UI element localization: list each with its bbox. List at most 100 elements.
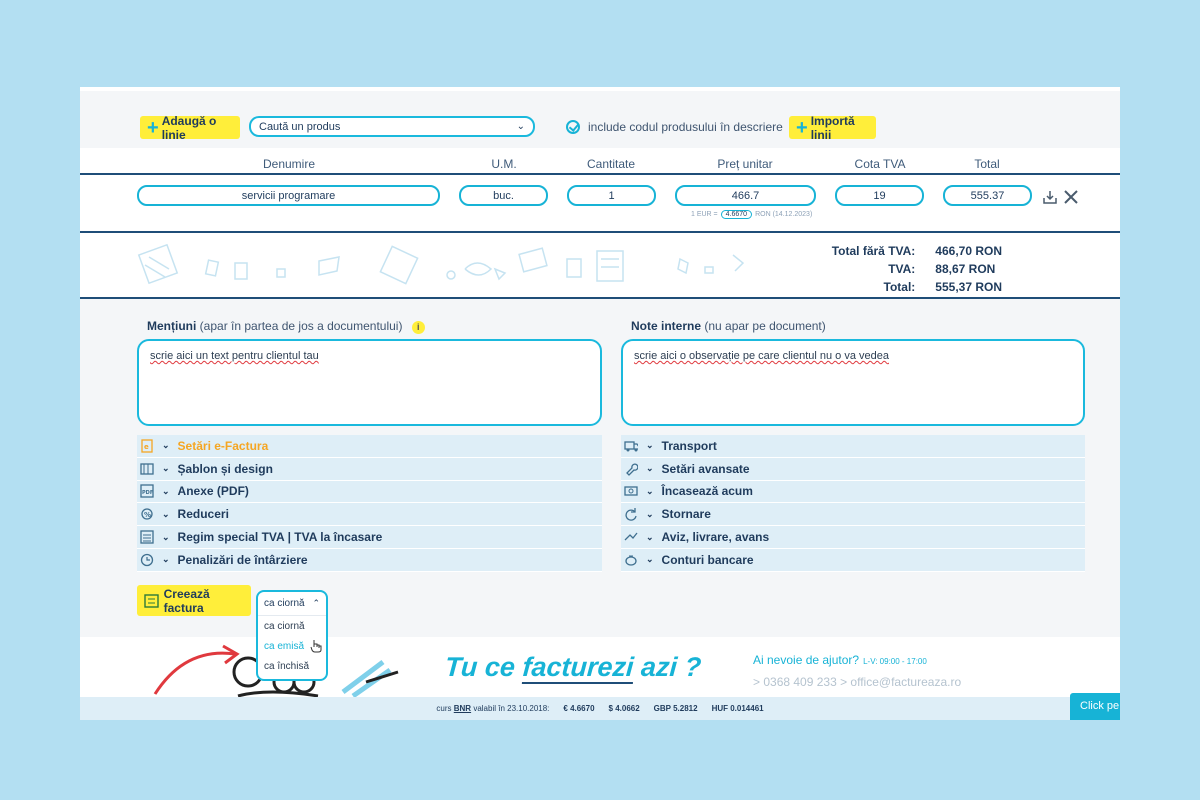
invoice-status-dropdown[interactable]: ca ciornă ⌃ ca ciornă ca emisă ca închis… xyxy=(256,590,328,681)
status-option-closed[interactable]: ca închisă xyxy=(258,656,326,676)
section-label: Setări e-Factura xyxy=(177,438,269,453)
unit-price-input[interactable]: 466.7 xyxy=(675,185,816,206)
mentions-sub: (apar în partea de jos a documentului) xyxy=(199,319,403,333)
total-input[interactable]: 555.37 xyxy=(943,185,1032,206)
section-efactura[interactable]: e ⌄ Setări e-Factura xyxy=(137,435,602,458)
section-late-penalties[interactable]: ⌄ Penalizări de întârziere xyxy=(137,548,602,572)
chevron-down-icon: ⌄ xyxy=(646,463,654,474)
rate-value-input[interactable]: 4.6670 xyxy=(720,210,753,219)
footer-banner: Tu ce facturezi azi ? Ai nevoie de ajuto… xyxy=(80,637,1120,697)
product-search-select[interactable]: Caută un produs ⌄ xyxy=(249,116,535,137)
chevron-down-icon: ⌄ xyxy=(162,463,170,474)
svg-text:%: % xyxy=(144,511,151,519)
header-unit: U.M. xyxy=(491,157,517,171)
invoice-editor: + Adaugă o linie Caută un produs ⌄ inclu… xyxy=(80,87,1120,720)
section-label: Setări avansate xyxy=(661,461,750,476)
mentions-text: scrie aici un text pentru clientul tau xyxy=(150,350,319,362)
section-attachments[interactable]: PDF ⌄ Anexe (PDF) xyxy=(137,480,602,504)
vat-value: 88,67 RON xyxy=(935,262,996,276)
section-label: Aviz, livrare, avans xyxy=(661,530,770,545)
section-collect-now[interactable]: ⌄ Încasează acum xyxy=(621,480,1085,504)
status-option-issued[interactable]: ca emisă xyxy=(258,636,326,656)
create-invoice-button[interactable]: Creează factura xyxy=(137,585,251,616)
product-search-placeholder: Caută un produs xyxy=(259,120,341,133)
discount-icon: % xyxy=(140,507,154,521)
section-discounts[interactable]: % ⌄ Reduceri xyxy=(137,503,602,527)
section-template[interactable]: ⌄ Șablon și design xyxy=(137,457,602,481)
include-code-label: include codul produsului în descriere xyxy=(588,120,783,134)
left-options-list: e ⌄ Setări e-Factura ⌄ Șablon și design … xyxy=(137,435,602,572)
unit-input[interactable]: buc. xyxy=(459,185,548,206)
rates-text: curs BNR valabil în 23.10.2018: xyxy=(436,704,549,713)
rates-bnr[interactable]: BNR xyxy=(454,704,471,713)
status-selected[interactable]: ca ciornă ⌃ xyxy=(258,592,326,616)
rate-note-prefix: 1 EUR = xyxy=(691,211,718,218)
section-delivery[interactable]: ⌄ Aviz, livrare, avans xyxy=(621,526,1085,549)
save-product-icon[interactable] xyxy=(1042,189,1058,205)
mentions-label: Mențiuni xyxy=(147,319,197,333)
help-contacts: > 0368 409 233 > office@factureaza.ro xyxy=(753,675,961,689)
chevron-down-icon: ⌄ xyxy=(162,440,170,451)
vat-label: TVA: xyxy=(888,262,916,276)
exchange-rate-note: 1 EUR = 4.6670 RON (14.12.2023) xyxy=(691,210,812,219)
quantity-input[interactable]: 1 xyxy=(567,185,656,206)
header-name: Denumire xyxy=(262,157,316,171)
section-advanced-settings[interactable]: ⌄ Setări avansate xyxy=(621,457,1085,481)
add-line-button[interactable]: + Adaugă o linie xyxy=(140,114,240,142)
help-phone[interactable]: > 0368 409 233 xyxy=(753,675,837,689)
totals-section: Total fără TVA: 466,70 RON TVA: 88,67 RON … xyxy=(80,233,1120,299)
total-without-vat-value: 466,70 RON xyxy=(935,244,1002,258)
hand-cursor-icon xyxy=(310,640,322,653)
status-option-draft[interactable]: ca ciornă xyxy=(258,616,326,636)
section-label: Șablon și design xyxy=(177,461,273,476)
right-options-list: ⌄ Transport ⌄ Setări avansate ⌄ Încaseaz… xyxy=(621,435,1085,572)
clock-icon xyxy=(140,553,154,567)
delete-line-icon[interactable] xyxy=(1062,188,1080,206)
chevron-up-icon: ⌃ xyxy=(312,598,320,608)
status-selected-label: ca ciornă xyxy=(264,598,305,609)
mentions-heading: Mențiuni (apar în partea de jos a docume… xyxy=(147,319,425,334)
internal-notes-textarea[interactable]: scrie aici o observație pe care clientul… xyxy=(621,339,1085,426)
piggy-icon xyxy=(624,553,638,567)
section-bank-accounts[interactable]: ⌄ Conturi bancare xyxy=(621,548,1085,572)
chevron-down-icon: ⌄ xyxy=(162,554,170,565)
internal-notes-heading: Note interne (nu apar pe document) xyxy=(631,319,826,333)
section-special-vat[interactable]: ⌄ Regim special TVA | TVA la încasare xyxy=(137,526,602,549)
mentions-textarea[interactable]: scrie aici un text pentru clientul tau xyxy=(137,339,602,426)
internal-notes-label: Note interne xyxy=(631,319,702,333)
template-icon xyxy=(140,462,154,476)
efactura-icon: e xyxy=(140,439,154,453)
table-header: Denumire U.M. Cantitate Preț unitar Cota… xyxy=(80,148,1120,175)
import-lines-button[interactable]: + Importă linii xyxy=(789,114,876,142)
rate-note-suffix: RON (14.12.2023) xyxy=(755,211,813,218)
plus-icon: + xyxy=(796,116,808,139)
section-reversal[interactable]: ⌄ Stornare xyxy=(621,503,1085,527)
help-email[interactable]: > office@factureaza.ro xyxy=(840,675,961,689)
top-divider xyxy=(80,87,1120,91)
section-label: Anexe (PDF) xyxy=(177,484,249,499)
internal-notes-text: scrie aici o observație pe care clientul… xyxy=(634,350,889,362)
section-label: Transport xyxy=(661,438,717,453)
rate-usd: $ 4.0662 xyxy=(608,704,640,713)
section-label: Conturi bancare xyxy=(661,552,754,567)
help-title: Ai nevoie de ajutor? xyxy=(753,653,860,667)
info-icon[interactable]: i xyxy=(411,321,425,334)
slogan-part-a: Tu ce xyxy=(443,652,524,682)
table-row: servicii programare buc. 1 466.7 19 555.… xyxy=(80,175,1120,233)
total-without-vat-label: Total fără TVA: xyxy=(831,244,916,258)
rates-prefix: curs xyxy=(436,704,452,713)
vat-rate-input[interactable]: 19 xyxy=(835,185,924,206)
chevron-down-icon: ⌄ xyxy=(646,554,654,565)
refresh-icon xyxy=(624,507,638,522)
help-hours: L-V: 09:00 - 17:00 xyxy=(863,657,927,666)
chevron-down-icon: ⌄ xyxy=(516,121,525,132)
chat-button[interactable]: Click pe xyxy=(1070,693,1120,720)
product-name-input[interactable]: servicii programare xyxy=(137,185,440,206)
include-code-checkbox[interactable]: include codul produsului în descriere xyxy=(566,120,783,134)
total-label: Total: xyxy=(883,280,916,294)
svg-text:e: e xyxy=(144,443,149,451)
section-transport[interactable]: ⌄ Transport xyxy=(621,435,1085,458)
chevron-down-icon: ⌄ xyxy=(646,531,654,542)
total-value: 555,37 RON xyxy=(935,280,1002,294)
chevron-down-icon: ⌄ xyxy=(162,485,170,496)
